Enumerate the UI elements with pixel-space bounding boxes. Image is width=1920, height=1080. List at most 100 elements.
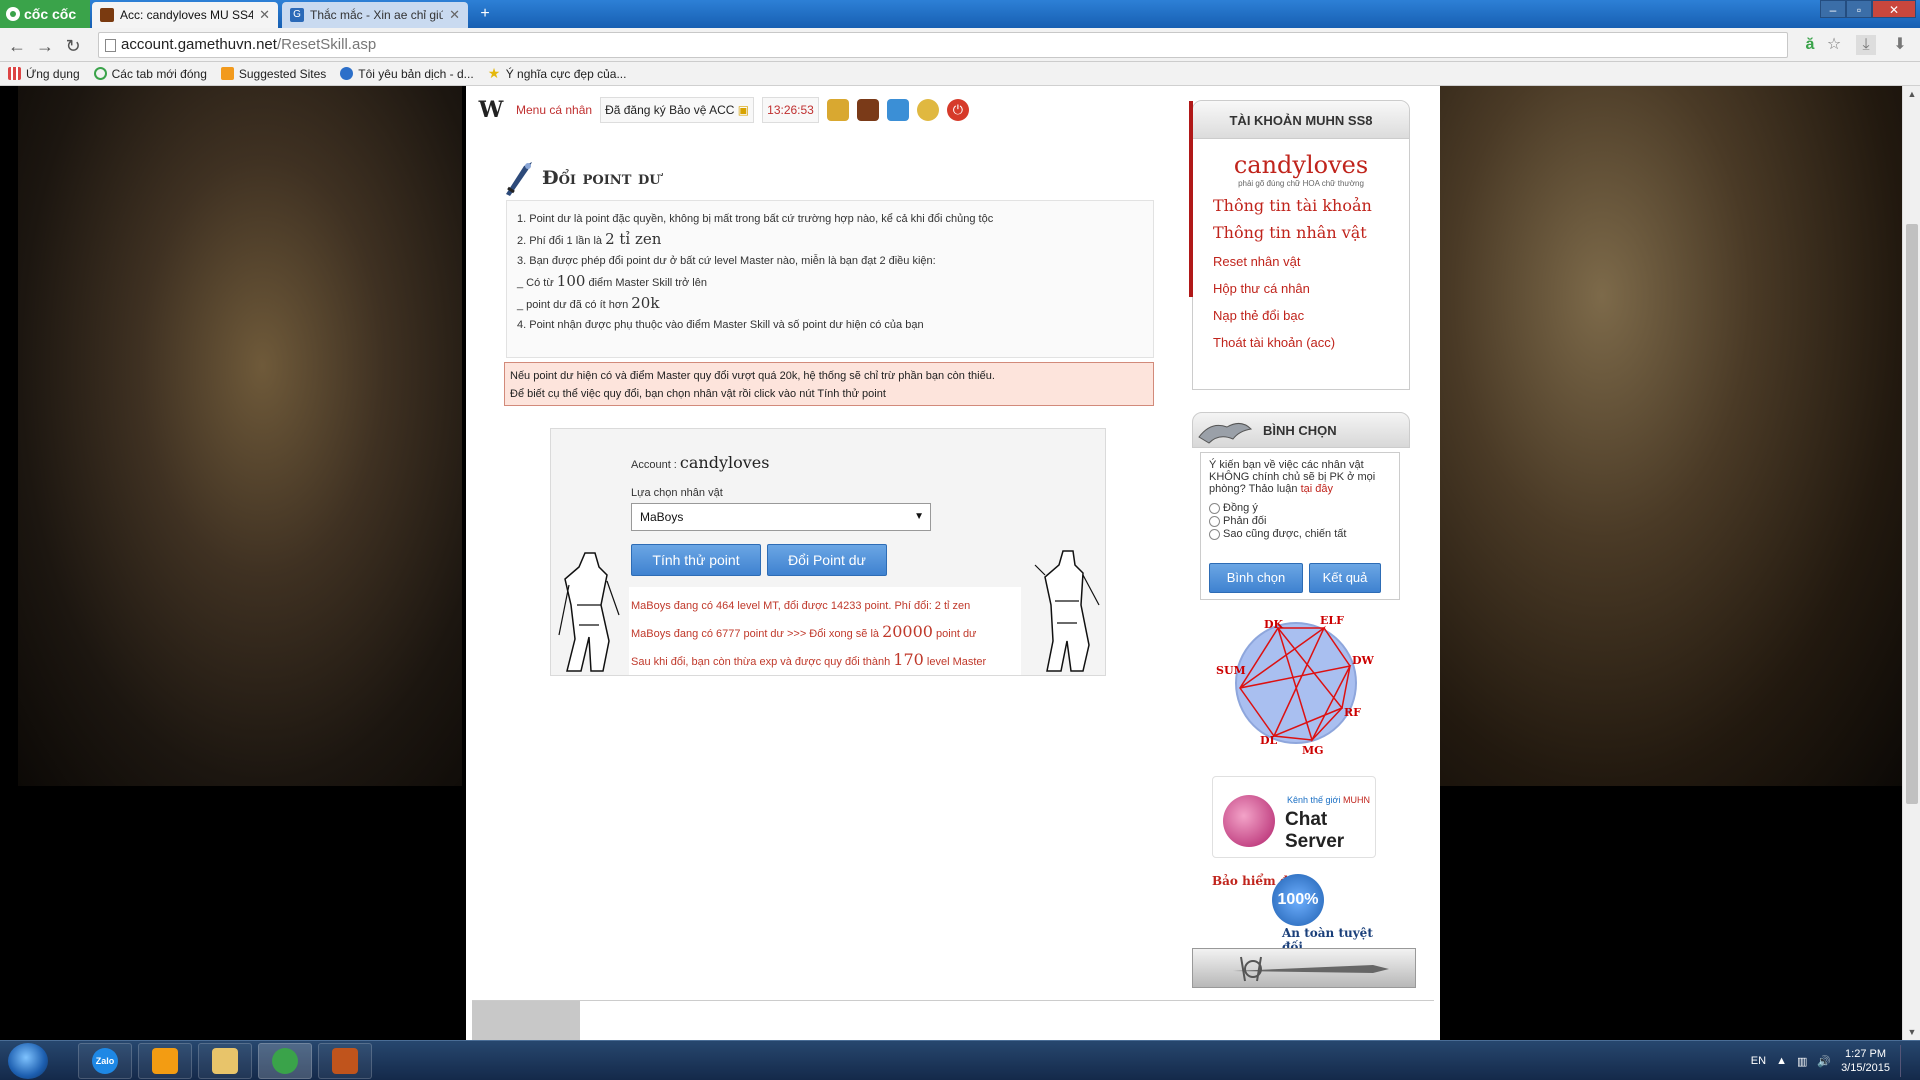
rule-3b-pre: _ point dư đã có ít hơn (517, 299, 629, 311)
taskbar-mu-game[interactable] (318, 1043, 372, 1079)
bookmark-label: Các tab mới đóng (111, 66, 207, 81)
download-manager-icon[interactable]: ⤓ (1856, 35, 1876, 55)
taskbar-coccoc[interactable] (258, 1043, 312, 1079)
system-clock[interactable]: 1:27 PM 3/15/2015 (1841, 1047, 1890, 1075)
radio-icon[interactable] (1209, 502, 1220, 514)
vote-option-whatever[interactable]: Sao cũng được, chiến tất (1209, 528, 1391, 540)
chevron-down-icon: ▼ (914, 511, 924, 522)
scrollbar-thumb[interactable] (1906, 224, 1918, 804)
vote-option-agree[interactable]: Đồng ý (1209, 502, 1391, 514)
bookmark-star-icon[interactable]: ☆ (1824, 35, 1844, 55)
url-input[interactable]: account.gamethuvn.net/ResetSkill.asp (98, 32, 1788, 58)
suggested-sites-icon (220, 67, 234, 80)
sidebar-link-account-info[interactable]: Thông tin tài khoản (1193, 196, 1409, 215)
vote-question-text: Ý kiến bạn về việc các nhân vật KHÔNG ch… (1209, 459, 1376, 495)
browser-logo[interactable]: cốc cốc (0, 0, 90, 28)
insurance-badge: Bảo hiểm độ 100% An toàn tuyệt đối (1212, 874, 1392, 954)
result-line-2-pre: MaBoys đang có 6777 point dư >>> Đổi xon… (631, 628, 879, 640)
shop-cart-icon[interactable] (886, 99, 909, 121)
radio-icon[interactable] (1209, 528, 1220, 540)
warning-box: Nếu point dư hiện có và điểm Master quy … (504, 362, 1154, 406)
sidebar-link-inbox[interactable]: Hộp thư cá nhân (1193, 281, 1409, 296)
sidebar-link-character-info[interactable]: Thông tin nhân vật (1193, 223, 1409, 242)
media-player-icon (152, 1048, 178, 1074)
account-panel-title: TÀI KHOẢN MUHN SS8 (1193, 101, 1409, 139)
chat-channel-text: Kênh thế giới (1287, 795, 1341, 805)
bookmark-translate[interactable]: Tôi yêu bản dịch - d... (340, 67, 474, 81)
taskbar-explorer[interactable] (198, 1043, 252, 1079)
tab-account[interactable]: Acc: candyloves MU SS4 S ✕ (92, 2, 278, 28)
chat-server-banner[interactable]: Kênh thế giới MUHN Chat Server (1212, 776, 1376, 858)
maximize-icon[interactable]: ▫ (1846, 0, 1872, 18)
window-controls: – ▫ ✕ (1820, 0, 1916, 18)
network-icon[interactable]: ▥ (1797, 1055, 1807, 1068)
bookmark-closed-tabs[interactable]: Các tab mới đóng (93, 66, 207, 81)
rule-3b-value: 20k (631, 294, 660, 312)
lock-icon: ▣ (734, 103, 750, 117)
tab-thac-mac[interactable]: G Thắc mắc - Xin ae chỉ giúp ✕ (282, 2, 468, 28)
new-tab-button[interactable]: + (474, 6, 496, 22)
vote-option-label: Đồng ý (1223, 502, 1258, 514)
reload-icon[interactable]: ↻ (62, 35, 84, 57)
money-bag-icon[interactable] (826, 99, 849, 121)
protection-text: Đã đăng ký Bảo vệ ACC (605, 103, 735, 117)
warrior-art-right (1440, 86, 1902, 786)
tab-title: Acc: candyloves MU SS4 S (120, 8, 254, 22)
gift-icon[interactable] (916, 99, 939, 121)
logout-power-icon[interactable]: ⏻ (946, 99, 969, 121)
vote-result-button[interactable]: Kết quả (1309, 563, 1381, 593)
forward-icon[interactable]: → (34, 35, 56, 57)
personal-menu-link[interactable]: Menu cá nhân (516, 103, 592, 117)
download-icon[interactable]: ⬇ (1890, 35, 1910, 55)
coccoc-translate-icon[interactable]: ă (1800, 35, 1820, 55)
rule-3: 3. Bạn được phép đổi point dư ở bất cứ l… (517, 255, 936, 267)
back-icon[interactable]: ← (6, 35, 28, 57)
vote-button[interactable]: Bình chọn (1209, 563, 1303, 593)
character-select[interactable]: MaBoys ▼ (631, 503, 931, 531)
bookmark-meaning[interactable]: ★ Ý nghĩa cực đẹp của... (488, 66, 627, 81)
w-logo-icon[interactable]: W (474, 97, 508, 123)
class-wheel-diagram: DK ELF DW RF MG DL SUM (1216, 614, 1375, 757)
calc-point-button[interactable]: Tính thử point (631, 544, 761, 576)
close-tab-icon[interactable]: ✕ (449, 7, 460, 23)
rule-3a-post: điểm Master Skill trở lên (588, 277, 707, 289)
sidebar-link-logout[interactable]: Thoát tài khoản (acc) (1193, 335, 1409, 350)
page-scrollbar[interactable]: ▲ ▼ (1902, 86, 1920, 1040)
language-indicator[interactable]: EN (1751, 1055, 1766, 1067)
taskbar-zalo[interactable]: Zalo (78, 1043, 132, 1079)
volume-icon[interactable]: 🔊 (1817, 1055, 1831, 1068)
bookmark-suggested-sites[interactable]: Suggested Sites (220, 67, 326, 81)
account-value: candyloves (679, 453, 770, 472)
dragon-icon (1198, 423, 1253, 444)
radio-icon[interactable] (1209, 515, 1220, 527)
chat-channel-label: Kênh thế giới MUHN (1287, 795, 1370, 805)
rule-3a-pre: _ Có từ (517, 277, 554, 289)
result-line-3-value: 170 (893, 650, 924, 669)
scroll-up-icon[interactable]: ▲ (1903, 86, 1920, 102)
character-select-value: MaBoys (640, 510, 684, 524)
rule-3b: _ point dư đã có ít hơn 20k (517, 296, 1143, 312)
warrior-art-left (18, 86, 462, 786)
sidebar-link-reset[interactable]: Reset nhân vật (1193, 254, 1409, 269)
zalo-icon: Zalo (92, 1048, 118, 1074)
page-title: Đổi point dư (542, 167, 661, 189)
bookmark-apps[interactable]: Ứng dụng (8, 67, 80, 81)
convert-point-button[interactable]: Đổi Point dư (767, 544, 887, 576)
close-window-icon[interactable]: ✕ (1872, 0, 1916, 18)
result-line-2-value: 20000 (882, 622, 933, 641)
sidebar-link-topup[interactable]: Nạp thẻ đổi bạc (1193, 308, 1409, 323)
close-tab-icon[interactable]: ✕ (259, 7, 270, 23)
wheel-label-dk: DK (1264, 618, 1284, 631)
taskbar-media-player[interactable] (138, 1043, 192, 1079)
vote-option-disagree[interactable]: Phản đối (1209, 515, 1391, 527)
tray-expand-icon[interactable]: ▲ (1776, 1055, 1787, 1067)
minimize-icon[interactable]: – (1820, 0, 1846, 18)
vote-discuss-link[interactable]: tại đây (1301, 483, 1333, 495)
chest-icon[interactable] (856, 99, 879, 121)
browser-brand: cốc cốc (24, 6, 77, 22)
scroll-down-icon[interactable]: ▼ (1903, 1024, 1920, 1040)
show-desktop-button[interactable] (1900, 1045, 1910, 1077)
start-button[interactable] (8, 1043, 48, 1079)
tab-title: Thắc mắc - Xin ae chỉ giúp (310, 8, 444, 22)
account-sidebar: TÀI KHOẢN MUHN SS8 candyloves phải gõ đú… (1186, 100, 1416, 988)
